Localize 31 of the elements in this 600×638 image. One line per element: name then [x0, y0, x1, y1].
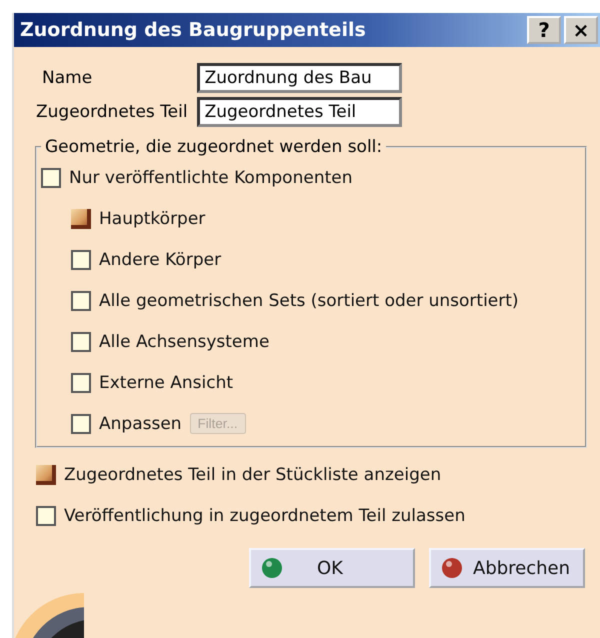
checkbox[interactable] — [71, 250, 91, 270]
ball-icon — [441, 557, 463, 579]
field-label: Zugeordnetes Teil — [36, 102, 188, 122]
checkbox[interactable] — [71, 208, 91, 228]
ball-icon — [261, 557, 283, 579]
close-button[interactable]: × — [564, 16, 598, 44]
checkbox[interactable] — [71, 332, 91, 352]
checkbox[interactable] — [36, 464, 56, 484]
checkbox-label: Andere Körper — [99, 250, 222, 270]
window-title: Zuordnung des Baugruppenteils — [20, 19, 367, 41]
checkbox-label: Anpassen — [99, 414, 182, 434]
checkbox-label: Nur veröffentlichte Komponenten — [69, 168, 352, 188]
group-title: Geometrie, die zugeordnet werden soll: — [44, 137, 384, 157]
ok-button[interactable]: OK — [249, 548, 415, 588]
help-button[interactable]: ? — [527, 16, 561, 44]
cancel-button[interactable]: Abbrechen — [429, 548, 585, 588]
checkbox-label: Zugeordnetes Teil in der Stückliste anzeigen — [64, 464, 442, 484]
checkbox[interactable] — [71, 290, 91, 310]
field-label: Name — [42, 68, 92, 88]
checkbox-label: Veröffentlichung in zugeordnetem Teil zulassen — [64, 506, 466, 526]
checkbox-label: Hauptkörper — [99, 208, 206, 228]
checkbox[interactable] — [41, 168, 61, 188]
input-field[interactable]: Zuordnung des Bau — [196, 63, 402, 93]
input-field[interactable]: Zugeordnetes Teil — [196, 97, 402, 127]
swoosh-drawing — [14, 593, 84, 638]
checkbox[interactable] — [71, 414, 91, 434]
checkbox-label: Alle geometrischen Sets (sortiert oder unsortiert) — [99, 290, 519, 310]
checkbox[interactable] — [36, 506, 56, 526]
checkbox[interactable] — [71, 372, 91, 392]
checkbox-label: Externe Ansicht — [99, 372, 234, 392]
checkbox-label: Alle Achsensysteme — [99, 332, 270, 352]
